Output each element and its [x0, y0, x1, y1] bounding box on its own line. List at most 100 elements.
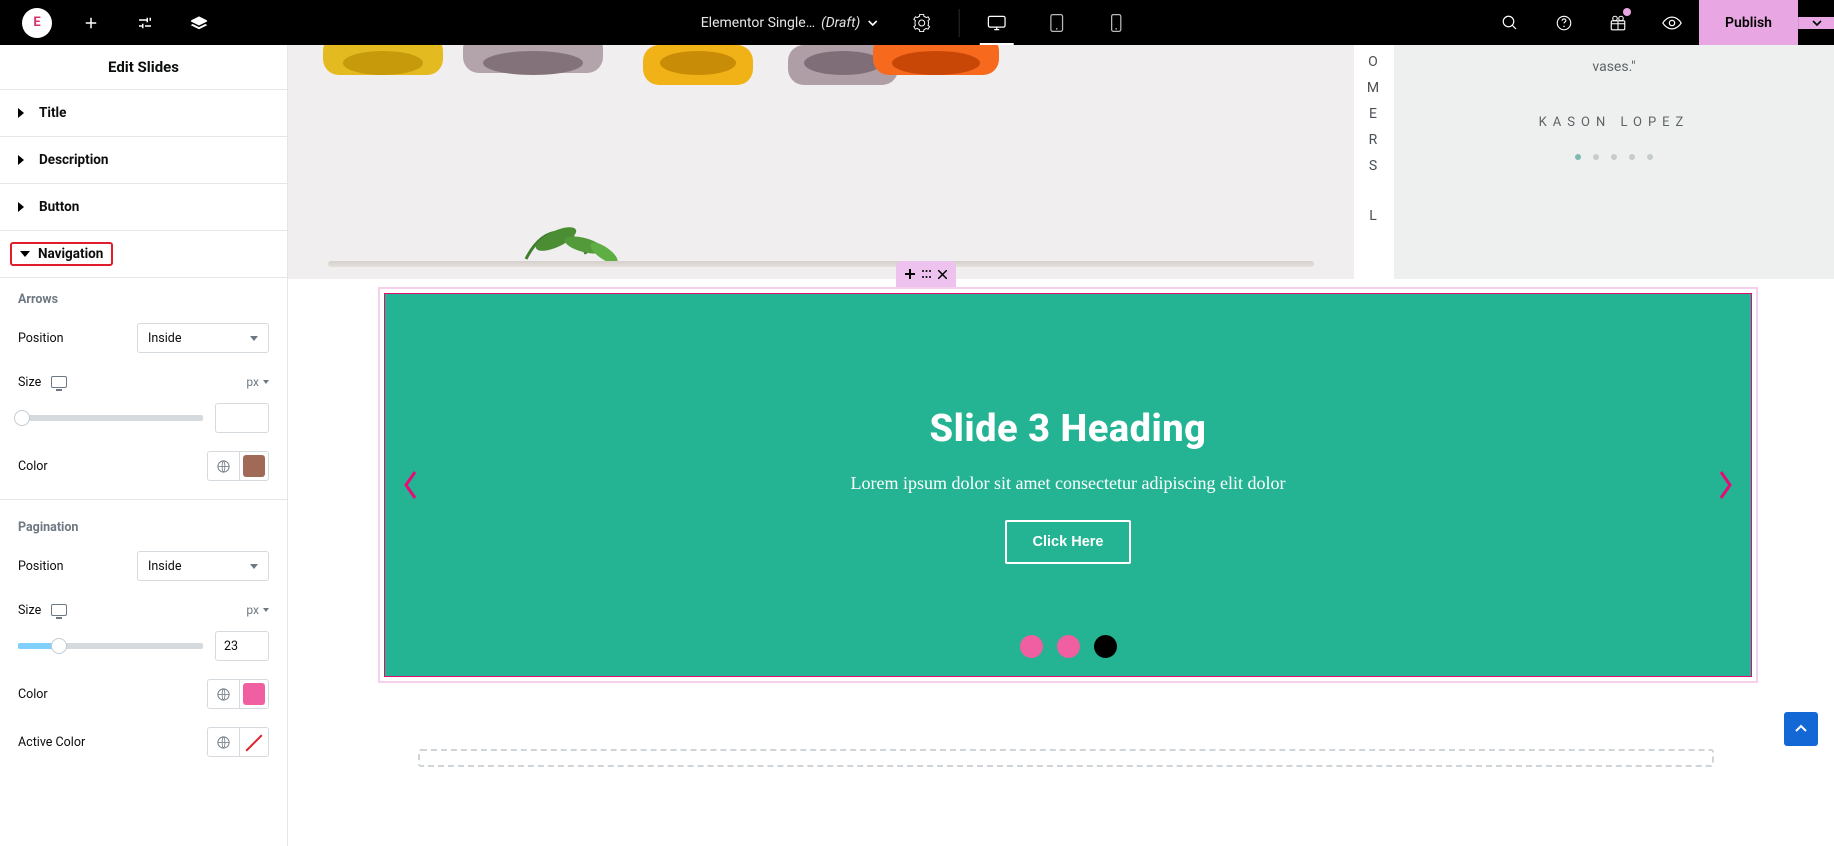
arrows-position-label: Position [18, 331, 64, 346]
testimonial-widget: vases." KASON LOPEZ [1394, 45, 1834, 279]
global-color-button[interactable] [208, 728, 240, 756]
arrows-color-swatch[interactable] [243, 455, 265, 477]
arrows-size-unit[interactable]: px [246, 375, 269, 389]
prev-arrow[interactable] [401, 469, 419, 501]
desktop-view-button[interactable] [969, 0, 1023, 45]
testimonial-author: KASON LOPEZ [1539, 115, 1690, 130]
page-settings-button[interactable] [894, 0, 948, 45]
responsive-icon[interactable] [51, 376, 67, 388]
plus-icon [82, 14, 100, 32]
editor-canvas: O M E R S L vases." KASON LOPEZ [288, 45, 1834, 846]
add-section-button[interactable] [904, 268, 916, 280]
pagination-active-color-label: Active Color [18, 735, 85, 750]
chevron-down-icon [1811, 17, 1823, 29]
slide-pagination [385, 635, 1751, 658]
select-value: Inside [148, 559, 181, 574]
slide-description: Lorem ipsum dolor sit amet consectetur a… [851, 473, 1286, 494]
testimonial-dot[interactable] [1629, 154, 1635, 160]
publish-options-button[interactable] [1798, 17, 1834, 29]
chevron-down-icon [263, 608, 269, 612]
pagination-size-input[interactable]: 23 [215, 631, 269, 661]
arrows-size-input[interactable] [215, 403, 269, 433]
gear-icon [912, 14, 930, 32]
finder-button[interactable] [1483, 0, 1537, 45]
publish-button[interactable]: Publish [1699, 0, 1798, 45]
scroll-to-top-button[interactable] [1784, 712, 1818, 746]
vertical-label: O M E R S L [1354, 55, 1394, 275]
leaf-decoration [516, 209, 636, 269]
editor-panel: Edit Slides Title Description Button Nav… [0, 45, 288, 846]
chevron-down-icon [250, 336, 258, 341]
globe-icon [216, 459, 231, 474]
mobile-icon [1110, 13, 1123, 33]
testimonial-dot[interactable] [1647, 154, 1653, 160]
pagination-dot[interactable] [1057, 635, 1080, 658]
doc-name: Elementor Single… [701, 15, 815, 31]
arrows-heading: Arrows [18, 292, 269, 307]
section-description[interactable]: Description [0, 137, 287, 184]
chevron-down-icon [866, 17, 878, 29]
help-button[interactable] [1537, 0, 1591, 45]
desktop-icon [986, 14, 1006, 32]
whatsnew-button[interactable] [1591, 0, 1645, 45]
section-title[interactable]: Title [0, 90, 287, 137]
divider [958, 9, 959, 37]
pagination-position-select[interactable]: Inside [137, 551, 269, 581]
pagination-dot[interactable] [1094, 635, 1117, 658]
slides-widget[interactable]: Slide 3 Heading Lorem ipsum dolor sit am… [384, 293, 1752, 677]
drag-handle[interactable] [920, 268, 932, 280]
hero-image [288, 45, 1354, 279]
testimonial-dot[interactable] [1611, 154, 1617, 160]
divider [0, 499, 287, 500]
arrows-group: Arrows Position Inside Size px [0, 278, 287, 520]
testimonial-dot[interactable] [1593, 154, 1599, 160]
notification-dot [1623, 8, 1631, 16]
next-arrow[interactable] [1717, 469, 1735, 501]
testimonial-dot[interactable] [1575, 154, 1581, 160]
layers-icon [189, 14, 209, 32]
element-toolbar[interactable] [896, 261, 956, 287]
add-widget-button[interactable] [64, 0, 118, 45]
delete-section-button[interactable] [936, 268, 948, 280]
publish-label: Publish [1725, 15, 1772, 31]
chevron-right-icon [18, 155, 29, 165]
globe-icon [216, 735, 231, 750]
select-value: Inside [148, 331, 181, 346]
pagination-color-swatch[interactable] [243, 683, 265, 705]
pagination-size-unit[interactable]: px [246, 603, 269, 617]
tablet-view-button[interactable] [1029, 0, 1083, 45]
preview-button[interactable] [1645, 0, 1699, 45]
slide-title: Slide 3 Heading [930, 407, 1207, 451]
slide-button[interactable]: Click Here [1005, 520, 1132, 564]
arrows-size-label: Size [18, 375, 41, 390]
arrows-size-slider[interactable] [18, 405, 203, 431]
section-navigation[interactable]: Navigation [0, 231, 287, 278]
chevron-down-icon [20, 251, 30, 257]
pagination-active-color-swatch[interactable] [243, 731, 265, 753]
section-button[interactable]: Button [0, 184, 287, 231]
panel-title: Edit Slides [0, 45, 287, 90]
global-color-button[interactable] [208, 452, 240, 480]
pagination-dot[interactable] [1020, 635, 1043, 658]
doc-status: (Draft) [821, 15, 860, 31]
elementor-logo[interactable]: E [10, 0, 64, 45]
document-switcher[interactable]: Elementor Single… (Draft) [691, 0, 889, 45]
add-section-placeholder[interactable] [418, 749, 1714, 767]
global-color-button[interactable] [208, 680, 240, 708]
pagination-group: Pagination Position Inside Size px [0, 520, 287, 771]
tablet-icon [1048, 13, 1064, 33]
testimonial-pagination[interactable] [1575, 154, 1653, 160]
chevron-up-icon [1794, 722, 1808, 736]
pagination-heading: Pagination [18, 520, 269, 535]
arrows-position-select[interactable]: Inside [137, 323, 269, 353]
chevron-down-icon [250, 564, 258, 569]
search-icon [1501, 14, 1519, 32]
structure-button[interactable] [172, 0, 226, 45]
sliders-icon [136, 14, 154, 32]
mobile-view-button[interactable] [1089, 0, 1143, 45]
pagination-size-slider[interactable] [18, 633, 203, 659]
responsive-icon[interactable] [51, 604, 67, 616]
gift-icon [1609, 14, 1627, 32]
chevron-down-icon [263, 380, 269, 384]
settings-button[interactable] [118, 0, 172, 45]
